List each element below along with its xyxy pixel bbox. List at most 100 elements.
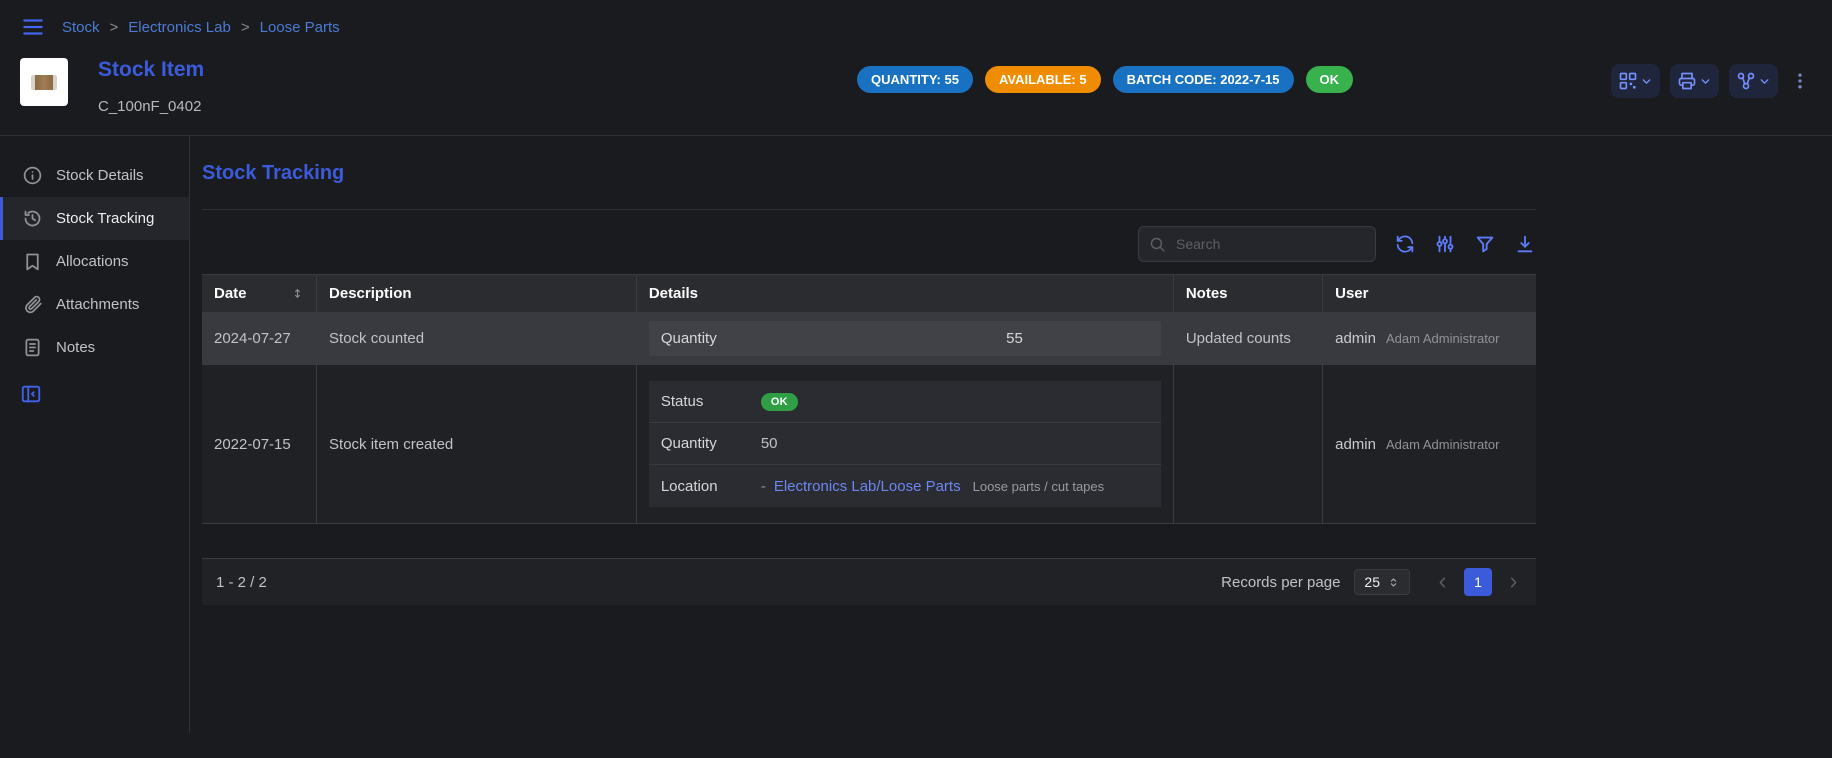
cell-date: 2024-07-27 — [202, 313, 317, 365]
location-link[interactable]: Electronics Lab/Loose Parts — [774, 478, 961, 495]
sidebar-collapse-row — [0, 369, 189, 409]
breadcrumb-stock[interactable]: Stock — [62, 19, 100, 36]
barcode-actions-button[interactable] — [1611, 64, 1660, 98]
breadcrumb-electronics-lab[interactable]: Electronics Lab — [128, 19, 231, 36]
previous-page-icon[interactable] — [1434, 574, 1451, 591]
page-number-button[interactable]: 1 — [1464, 568, 1492, 596]
status-ok-badge: OK — [1306, 66, 1354, 93]
detail-quantity-row: Quantity 55 — [649, 321, 1161, 356]
section-divider — [202, 209, 1536, 210]
part-name: C_100nF_0402 — [98, 98, 204, 115]
sidebar-item-label: Allocations — [56, 253, 129, 270]
filter-icon[interactable] — [1474, 233, 1496, 255]
pagination: 1 — [1434, 568, 1522, 596]
record-range: 1 - 2 / 2 — [216, 574, 267, 591]
detail-sub-table: Status OK Quantity 50 Location - Electro… — [649, 381, 1161, 507]
detail-status-row: Status OK — [649, 381, 1161, 423]
cell-description: Stock item created — [317, 365, 637, 524]
location-description: Loose parts / cut tapes — [973, 479, 1105, 494]
info-icon — [22, 165, 43, 186]
stock-actions-button[interactable] — [1729, 64, 1778, 98]
status-ok-badge: OK — [761, 393, 798, 411]
sidebar-item-stock-details[interactable]: Stock Details — [0, 154, 189, 197]
detail-value: 50 — [761, 435, 778, 452]
top-bar: Stock > Electronics Lab > Loose Parts — [0, 0, 1832, 48]
sidebar-item-stock-tracking[interactable]: Stock Tracking — [0, 197, 189, 240]
table-toolbar — [202, 226, 1536, 262]
column-header-description[interactable]: Description — [317, 275, 637, 313]
records-per-page-select[interactable]: 25 — [1354, 569, 1410, 595]
user-fullname: Adam Administrator — [1386, 437, 1499, 452]
location-dash: - — [761, 478, 766, 495]
detail-quantity-row: Quantity 50 — [649, 423, 1161, 465]
chevron-down-icon — [1758, 75, 1771, 88]
footer-controls: Records per page 25 1 — [1221, 568, 1522, 596]
cell-user: admin Adam Administrator — [1323, 313, 1536, 365]
breadcrumb: Stock > Electronics Lab > Loose Parts — [62, 19, 340, 36]
sidebar-item-notes[interactable]: Notes — [0, 326, 189, 369]
table-settings-icon[interactable] — [1434, 233, 1456, 255]
main-panel: Stock Tracking — [190, 136, 1536, 733]
printer-icon — [1677, 71, 1697, 91]
capacitor-image — [31, 75, 57, 90]
table-row[interactable]: 2024-07-27 Stock counted Quantity 55 Upd… — [202, 313, 1536, 365]
sidebar-item-allocations[interactable]: Allocations — [0, 240, 189, 283]
quantity-badge: QUANTITY: 55 — [857, 66, 973, 93]
menu-icon[interactable] — [20, 14, 46, 40]
stock-operations-icon — [1736, 71, 1756, 91]
sort-icon[interactable] — [291, 287, 304, 300]
chevron-down-icon — [1640, 75, 1653, 88]
detail-key: Quantity — [661, 435, 761, 452]
download-icon[interactable] — [1514, 233, 1536, 255]
page-title: Stock Item — [98, 58, 204, 82]
detail-key: Quantity — [661, 330, 717, 347]
cell-notes: Updated counts — [1173, 313, 1322, 365]
table-header-row: Date Description Details Notes User — [202, 275, 1536, 313]
breadcrumb-loose-parts[interactable]: Loose Parts — [260, 19, 340, 36]
username: admin — [1335, 330, 1376, 347]
paperclip-icon — [22, 294, 43, 315]
stock-tracking-table: Date Description Details Notes User 20 — [202, 274, 1536, 524]
column-header-date[interactable]: Date — [202, 275, 317, 313]
cell-description: Stock counted — [317, 313, 637, 365]
cell-date: 2022-07-15 — [202, 365, 317, 524]
page-header: Stock Item C_100nF_0402 QUANTITY: 55 AVA… — [0, 48, 1832, 135]
refresh-icon[interactable] — [1394, 233, 1416, 255]
records-per-page-label: Records per page — [1221, 574, 1340, 591]
search-icon — [1149, 236, 1166, 253]
detail-value: 55 — [1006, 330, 1023, 347]
header-toolbar — [1611, 64, 1812, 98]
column-header-user[interactable]: User — [1323, 275, 1536, 313]
user-fullname: Adam Administrator — [1386, 331, 1499, 346]
column-header-notes[interactable]: Notes — [1173, 275, 1322, 313]
print-actions-button[interactable] — [1670, 64, 1719, 98]
breadcrumb-separator: > — [110, 19, 119, 36]
detail-key: Status — [661, 393, 761, 410]
section-title: Stock Tracking — [202, 162, 1536, 185]
sidebar-item-label: Stock Details — [56, 167, 144, 184]
collapse-sidebar-icon[interactable] — [20, 383, 42, 405]
file-text-icon — [22, 337, 43, 358]
next-page-icon[interactable] — [1505, 574, 1522, 591]
cell-details: Quantity 55 — [636, 313, 1173, 365]
chevron-down-icon — [1699, 75, 1712, 88]
search-box — [1138, 226, 1376, 262]
sidebar-item-attachments[interactable]: Attachments — [0, 283, 189, 326]
content-area: Stock Details Stock Tracking Allocations… — [0, 136, 1832, 733]
history-icon — [22, 208, 43, 229]
qr-code-icon — [1618, 71, 1638, 91]
username: admin — [1335, 436, 1376, 453]
cell-user: admin Adam Administrator — [1323, 365, 1536, 524]
sidebar-item-label: Attachments — [56, 296, 139, 313]
more-actions-icon[interactable] — [1788, 65, 1812, 97]
breadcrumb-separator: > — [241, 19, 250, 36]
batch-code-badge: BATCH CODE: 2022-7-15 — [1113, 66, 1294, 93]
table-row[interactable]: 2022-07-15 Stock item created Status OK … — [202, 365, 1536, 524]
title-block: Stock Item C_100nF_0402 — [98, 58, 204, 115]
search-input[interactable] — [1174, 235, 1365, 253]
available-badge: AVAILABLE: 5 — [985, 66, 1101, 93]
part-thumbnail[interactable] — [20, 58, 68, 106]
cell-details: Status OK Quantity 50 Location - Electro… — [636, 365, 1173, 524]
sidebar-item-label: Stock Tracking — [56, 210, 154, 227]
column-header-details[interactable]: Details — [636, 275, 1173, 313]
